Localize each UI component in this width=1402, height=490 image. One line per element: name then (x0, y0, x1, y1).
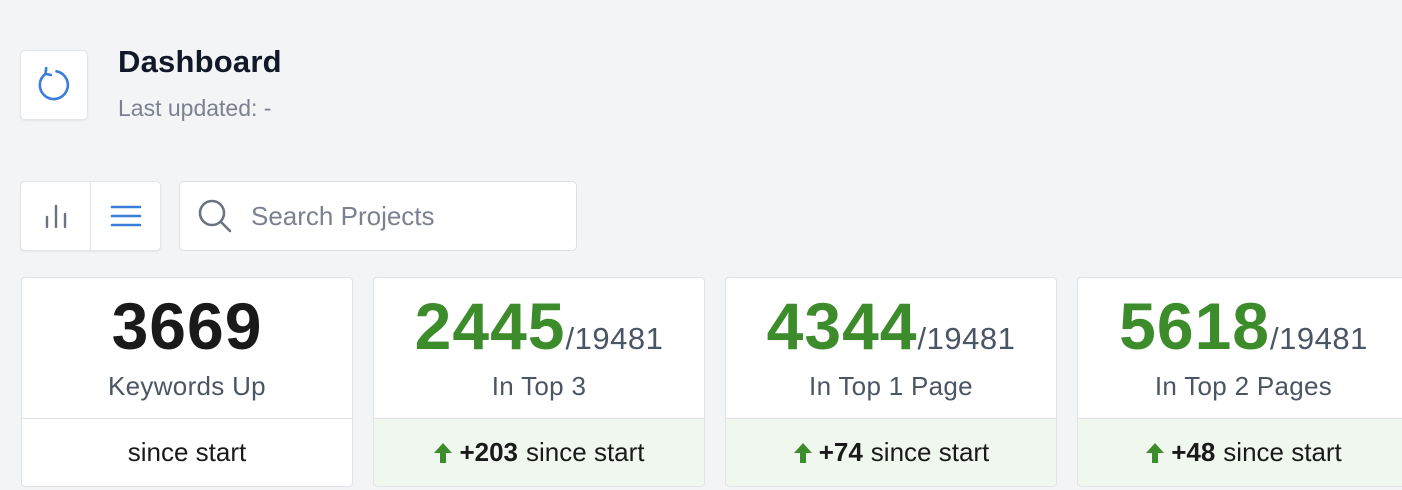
stat-label: In Top 1 Page (809, 371, 973, 401)
stat-value: 3669 (111, 289, 263, 363)
bar-chart-icon (41, 201, 71, 231)
search-box (179, 181, 577, 251)
stat-delta: +203 (459, 437, 519, 467)
refresh-button[interactable] (20, 50, 88, 120)
stat-label: In Top 2 Pages (1154, 371, 1333, 401)
stat-footer-text: since start (526, 437, 645, 467)
stat-card-top: 5618/19481 In Top 2 Pages (1078, 278, 1402, 419)
search-input[interactable] (251, 200, 551, 232)
arrow-up-icon (1145, 442, 1165, 464)
search-icon (197, 198, 233, 234)
stat-footer-text: since start (870, 437, 990, 467)
stat-label: In Top 3 (491, 371, 587, 401)
arrow-up-icon (433, 442, 453, 464)
stat-footer-text: since start (127, 437, 247, 467)
arrow-up-icon (793, 442, 813, 464)
stat-value: 5618 (1119, 289, 1270, 363)
stat-footer: +203 since start (374, 419, 704, 486)
stat-metric: 4344/19481 (726, 288, 1056, 364)
list-icon (110, 203, 142, 229)
stat-metric: 2445/19481 (374, 288, 704, 364)
stat-card-top-2-pages: 5618/19481 In Top 2 Pages +48 since star… (1077, 277, 1402, 487)
stat-delta: +74 (818, 437, 863, 467)
chart-view-button[interactable] (21, 182, 90, 250)
stat-metric: 5618/19481 (1078, 288, 1402, 364)
view-toggle (20, 181, 161, 251)
last-updated-text: Last updated: - (118, 95, 272, 121)
stat-total: /19481 (565, 321, 664, 356)
stat-card-top: 2445/19481 In Top 3 (374, 278, 704, 419)
stat-card-top: 3669 Keywords Up (22, 278, 352, 419)
refresh-icon (34, 65, 74, 105)
stat-card-keywords-up: 3669 Keywords Up since start (21, 277, 353, 487)
list-view-button[interactable] (90, 182, 160, 250)
stat-card-top: 4344/19481 In Top 1 Page (726, 278, 1056, 419)
stat-value: 4344 (766, 289, 918, 363)
stat-card-top-3: 2445/19481 In Top 3 +203 since start (373, 277, 705, 487)
stat-total: /19481 (1270, 321, 1368, 356)
stat-metric: 3669 (22, 288, 352, 364)
stat-total: /19481 (917, 321, 1016, 356)
stat-label: Keywords Up (108, 371, 266, 401)
stat-footer-text: since start (1223, 437, 1342, 467)
stat-footer: +74 since start (726, 419, 1056, 486)
page-title: Dashboard (118, 44, 282, 79)
stat-delta: +48 (1171, 437, 1216, 467)
stat-footer: +48 since start (1078, 419, 1402, 486)
stat-card-top-1-page: 4344/19481 In Top 1 Page +74 since start (725, 277, 1057, 487)
stat-value: 2445 (414, 289, 566, 363)
stat-footer: since start (22, 419, 352, 486)
